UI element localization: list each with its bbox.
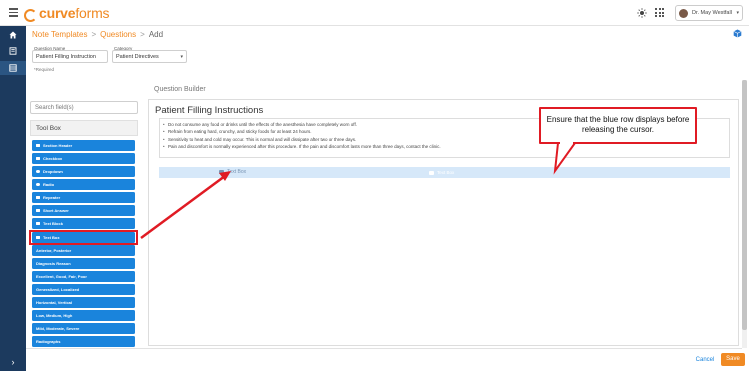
cancel-button[interactable]: Cancel [690,354,720,366]
dropdown-icon [36,169,40,173]
tool-item-label: Dropdown [43,168,63,174]
tool-item-label: Anterior, Posterior [36,247,72,253]
tool-item-section-header[interactable]: Section Header [32,140,135,151]
user-menu-button[interactable]: Dr. May Westfall ▾ [675,5,743,21]
repeater-icon [36,195,40,199]
tool-item-mild-moderate-severe[interactable]: Mild, Moderate, Severe [32,323,135,334]
logo-light-text: forms [75,5,110,21]
footer-bar [26,348,742,371]
templates-icon [9,64,17,72]
field-search-input[interactable]: Search field(s) [30,101,138,114]
home-icon [9,31,17,39]
drop-placeholder: Text Box [429,170,454,175]
tool-item-label: Horizontal, Vertical [36,299,73,305]
breadcrumb-current: Add [148,30,164,39]
notes-icon [9,47,17,55]
tool-item-label: Low, Medium, High [36,312,73,318]
question-builder-label: Question Builder [154,86,206,93]
tool-item-repeater[interactable]: Repeater [32,192,135,203]
question-name-input[interactable]: Patient Filling Instruction [32,50,108,63]
tool-item-label: Text Block [43,220,63,226]
logo-bold-text: curve [39,5,76,21]
tool-item-dropdown[interactable]: Dropdown [32,166,135,177]
tool-item-label: Section Header [43,142,73,148]
breadcrumb-note-templates[interactable]: Note Templates [32,30,87,39]
tool-item-text-block[interactable]: Text Block [32,218,135,229]
tool-item-label: Radio [43,181,55,187]
menu-icon[interactable] [9,8,18,17]
sidebar: › [0,26,26,371]
builder-title: Patient Filling Instructions [155,105,264,116]
instruction-callout: Ensure that the blue row displays before… [539,107,697,144]
page-scrollbar[interactable] [742,80,747,348]
checkbox-icon [36,156,40,160]
tool-item-low-medium-high[interactable]: Low, Medium, High [32,310,135,321]
tool-item-excellent-good-fair-poor[interactable]: Excellent, Good, Fair, Poor [32,271,135,282]
tool-item-generalized-localized[interactable]: Generalized, Localized [32,284,135,295]
sidebar-item-home[interactable] [0,28,26,42]
text-block-icon [36,221,40,225]
avatar [679,8,688,18]
question-name-field: Question Name Patient Filling Instructio… [32,46,108,66]
save-button[interactable]: Save [721,353,745,366]
callout-text: Ensure that the blue row displays before… [546,115,690,134]
tool-item-horizontal-vertical[interactable]: Horizontal, Vertical [32,297,135,308]
breadcrumb: Note Templates > Questions > Add [32,30,163,39]
sidebar-item-notes[interactable] [0,44,26,58]
caret-down-icon: ▾ [180,54,183,60]
user-name: Dr. May Westfall [692,10,732,16]
app-logo[interactable]: curveforms [24,4,110,22]
sidebar-item-templates[interactable] [0,61,26,75]
short-answer-icon [36,208,40,212]
tool-item-label: Checkbox [43,155,63,161]
breadcrumb-questions[interactable]: Questions [100,30,136,39]
theme-sun-icon[interactable] [637,8,647,18]
drop-target-row[interactable]: Text Box Text Box [159,167,730,178]
cube-icon[interactable] [733,29,742,38]
tool-item-label: Radiographs [36,338,61,344]
tool-item-label: Diagnosis Reason [36,260,71,266]
category-field: Category Patient Directives ▾ [112,46,188,66]
apps-grid-icon[interactable] [655,8,664,17]
chevron-down-icon: ▾ [736,10,739,16]
section-header-icon [36,143,40,147]
tool-item-label: Short Answer [43,207,69,213]
drag-ghost: Text Box [219,169,246,175]
category-select[interactable]: Patient Directives ▾ [112,50,187,63]
drop-placeholder-label: Text Box [437,170,455,175]
drag-ghost-label: Text Box [227,169,247,175]
tool-item-label: Generalized, Localized [36,286,80,292]
text-box-icon [219,170,224,174]
tool-item-radiographs[interactable]: Radiographs [32,336,135,347]
text-box-highlight [29,230,138,245]
top-bar: curveforms Dr. May Westfall ▾ [0,0,749,26]
toolbox-heading: Tool Box [30,120,138,136]
text-box-icon [429,170,434,175]
category-selected-value: Patient Directives [116,54,159,60]
logo-mark-icon [24,7,37,22]
radio-icon [36,182,40,186]
breadcrumb-separator: > [91,30,97,39]
tool-item-radio[interactable]: Radio [32,179,135,190]
tool-item-label: Repeater [43,194,61,200]
scrollbar-thumb[interactable] [742,80,747,330]
required-note: *Required [34,67,55,72]
chevron-right-icon[interactable]: › [0,357,26,367]
tool-item-label: Mild, Moderate, Severe [36,325,80,331]
tool-item-anterior-posterior[interactable]: Anterior, Posterior [32,245,135,256]
tool-item-label: Excellent, Good, Fair, Poor [36,273,87,279]
tool-item-short-answer[interactable]: Short Answer [32,205,135,216]
breadcrumb-separator: > [140,30,145,39]
tool-item-diagnosis-reason[interactable]: Diagnosis Reason [32,258,135,269]
tool-item-checkbox[interactable]: Checkbox [32,153,135,164]
